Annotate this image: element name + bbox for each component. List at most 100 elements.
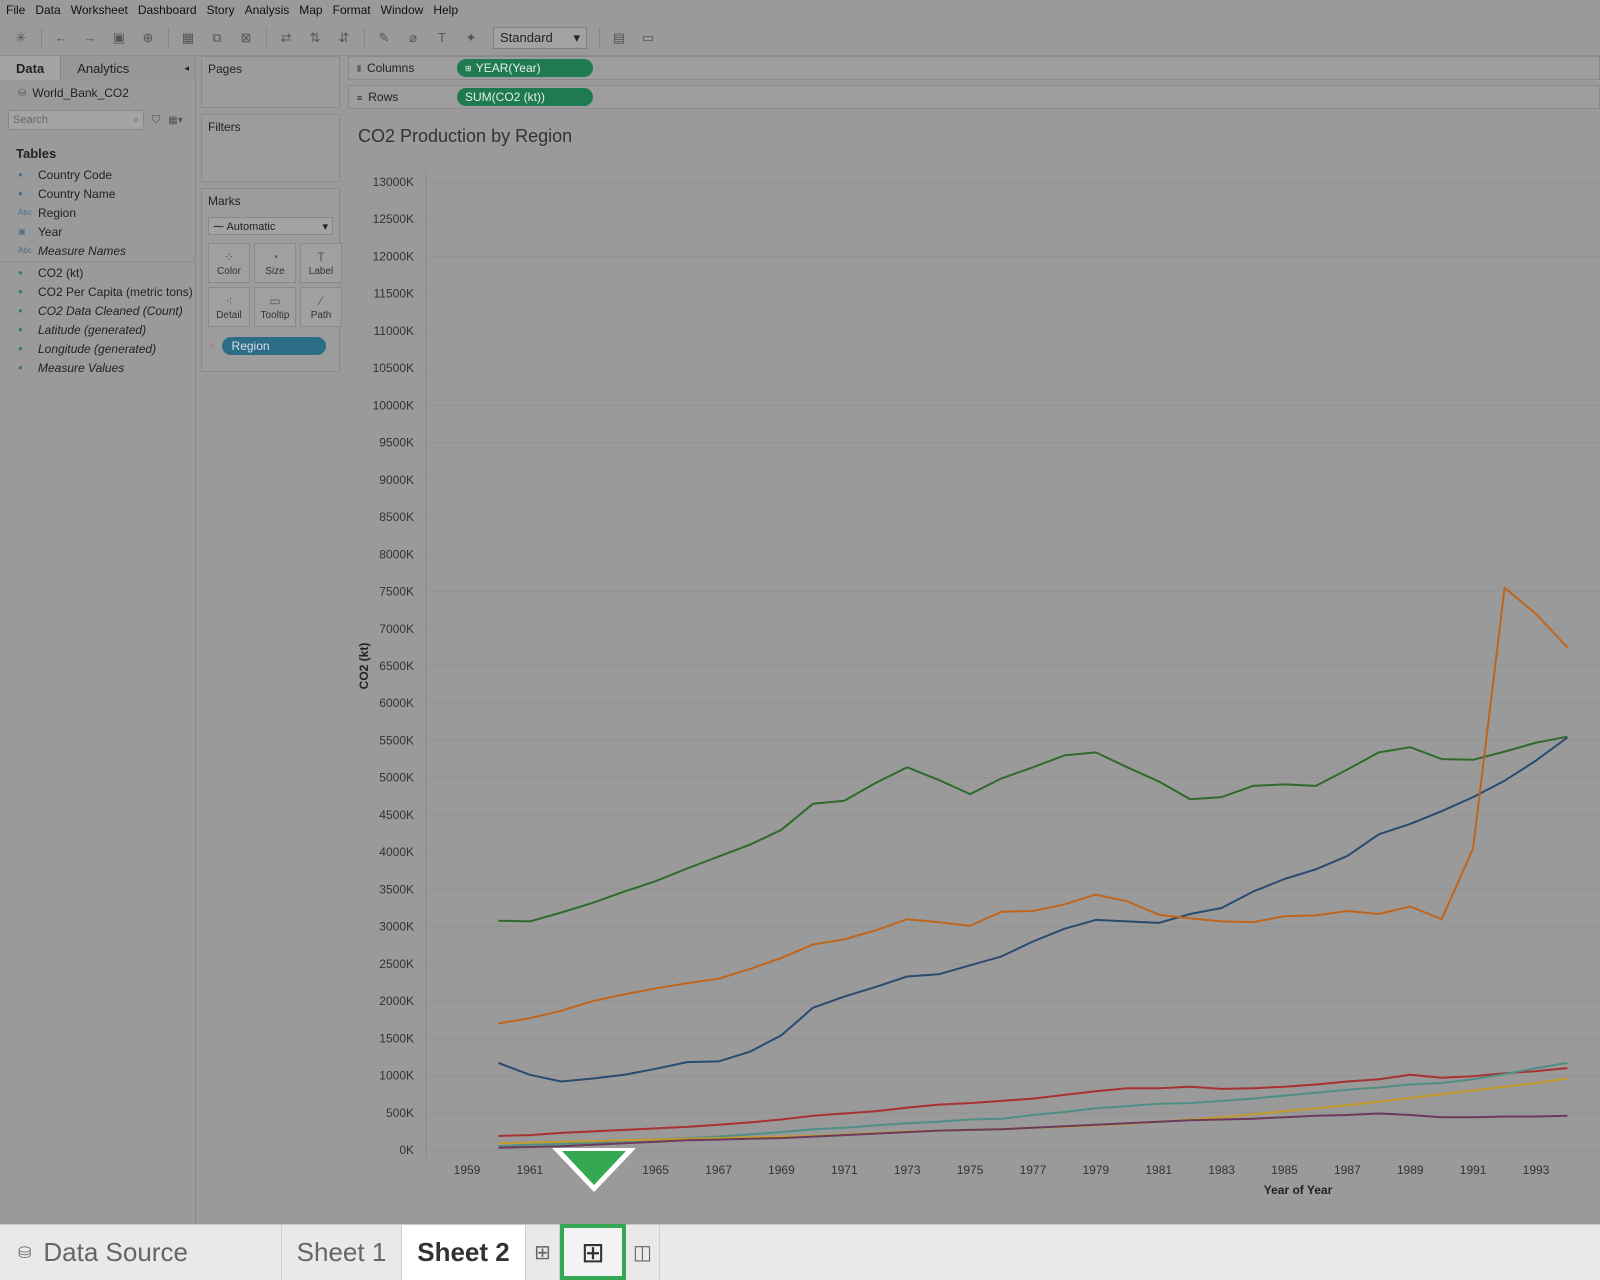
field-divider — [0, 261, 195, 262]
co2-pill[interactable]: SUM(CO2 (kt)) — [457, 88, 593, 106]
duplicate-sheet-icon[interactable]: ⧉ — [206, 27, 228, 49]
filter-icon[interactable]: ⛉ — [152, 114, 160, 127]
rows-shelf[interactable]: ≡ Rows SUM(CO2 (kt)) — [348, 85, 1600, 109]
menu-format[interactable]: Format — [333, 3, 371, 17]
y-tick-label: 13000K — [373, 175, 414, 189]
tab-data-source[interactable]: ⛁ Data Source — [0, 1225, 282, 1280]
date-icon: ⊞ — [465, 63, 472, 73]
field-item[interactable]: ● CO2 (kt) — [0, 263, 195, 282]
tab-sheet-2[interactable]: Sheet 2 — [402, 1225, 526, 1280]
field-item[interactable]: ▣ Year — [0, 222, 195, 241]
x-tick-label: 1993 — [1523, 1163, 1550, 1177]
x-tick-label: 1989 — [1397, 1163, 1424, 1177]
new-dashboard-icon[interactable]: ⊞ — [560, 1224, 626, 1280]
color-mark-button[interactable]: ⁘ Color — [208, 243, 250, 283]
view-options-icon[interactable]: ▦▾ — [168, 115, 182, 126]
tab-analytics[interactable]: Analytics ◂ — [60, 56, 195, 80]
search-input[interactable]: Search ⌕ — [8, 110, 144, 130]
measure-icon: ● — [18, 363, 23, 372]
menu-worksheet[interactable]: Worksheet — [71, 3, 128, 17]
undo-icon[interactable]: ← — [50, 27, 72, 49]
menu-map[interactable]: Map — [299, 3, 322, 17]
filters-card[interactable]: Filters — [201, 114, 340, 182]
size-mark-button[interactable]: ◔ Size — [254, 243, 296, 283]
pages-card[interactable]: Pages — [201, 56, 340, 108]
datasource-item[interactable]: ⛁ World_Bank_CO2 — [0, 80, 195, 106]
field-item[interactable]: ● CO2 Per Capita (metric tons) — [0, 282, 195, 301]
y-tick-label: 12000K — [373, 249, 414, 263]
path-mark-button[interactable]: ⁄ Path — [300, 287, 342, 327]
menu-file[interactable]: File — [6, 3, 25, 17]
mark-button-label: Size — [265, 265, 285, 277]
x-tick-label: 1961 — [517, 1163, 544, 1177]
y-tick-label: 6000K — [379, 696, 414, 710]
sort-descending-icon[interactable]: ⇵ — [333, 27, 355, 49]
search-placeholder: Search — [13, 114, 48, 126]
detail-icon: ⁖ — [225, 293, 233, 308]
tooltip-mark-button[interactable]: ▭ Tooltip — [254, 287, 296, 327]
measure-icon: ● — [18, 344, 23, 353]
show-cards-icon[interactable]: ▤ — [608, 27, 630, 49]
sheet-tab-bar: ⛁ Data Source Sheet 1 Sheet 2 ⊞ ⊞ ◫ — [0, 1224, 1600, 1280]
swap-rows-columns-icon[interactable]: ⇄ — [275, 27, 297, 49]
region-color-pill[interactable]: Region — [221, 337, 326, 355]
collapse-icon[interactable]: ◂ — [184, 63, 189, 74]
y-tick-label: 5000K — [379, 771, 414, 785]
fit-select[interactable]: Standard ▾ — [493, 26, 587, 49]
mark-button-label: Color — [217, 265, 241, 277]
rows-icon: ≡ — [357, 93, 363, 103]
database-icon: ⛁ — [18, 1244, 32, 1262]
new-worksheet-icon[interactable]: ⊞ — [526, 1225, 560, 1280]
detail-mark-button[interactable]: ⁖ Detail — [208, 287, 250, 327]
field-item[interactable]: ● Country Code — [0, 165, 195, 184]
fix-axes-icon[interactable]: ✦ — [460, 27, 482, 49]
tab-sheet-1[interactable]: Sheet 1 — [282, 1225, 402, 1280]
viz-canvas[interactable]: 0K 500K 1000K 1500K 2000K 2500K 3000K 3500K 4000… — [350, 116, 1600, 1224]
menu-story[interactable]: Story — [207, 3, 235, 17]
new-worksheet-icon[interactable]: ▦ — [177, 27, 199, 49]
group-members-icon[interactable]: ⌀ — [402, 27, 424, 49]
y-tick-label: 1500K — [379, 1031, 414, 1045]
measure-icon: ● — [18, 287, 23, 296]
search-row: Search ⌕ ⛉ ▦▾ — [0, 106, 195, 134]
chevron-down-icon: ▾ — [322, 220, 328, 233]
menu-dashboard[interactable]: Dashboard — [138, 3, 197, 17]
clear-sheet-icon[interactable]: ⊠ — [235, 27, 257, 49]
x-tick-label: 1971 — [831, 1163, 858, 1177]
mark-type-select[interactable]: ⁓ Automatic ▾ — [208, 217, 333, 235]
line-chart[interactable]: 0K 500K 1000K 1500K 2000K 2500K 3000K 3500K 4000… — [350, 116, 1600, 1224]
globe-icon: ● — [18, 170, 23, 179]
menu-data[interactable]: Data — [35, 3, 60, 17]
mark-button-label: Detail — [216, 309, 242, 321]
tableau-logo-icon[interactable]: ✳ — [10, 27, 32, 49]
field-item[interactable]: ● Longitude (generated) — [0, 339, 195, 358]
field-item[interactable]: ● Latitude (generated) — [0, 320, 195, 339]
field-item[interactable]: ● Measure Values — [0, 358, 195, 377]
field-item[interactable]: Abc Measure Names — [0, 241, 195, 260]
field-item[interactable]: Abc Region — [0, 203, 195, 222]
tab-analytics-label: Analytics — [77, 60, 130, 76]
columns-shelf[interactable]: ⦀ Columns ⊞ YEAR(Year) — [348, 56, 1600, 80]
save-icon[interactable]: ▣ — [108, 27, 130, 49]
field-item[interactable]: ● CO2 Data Cleaned (Count) — [0, 301, 195, 320]
field-item[interactable]: ● Country Name — [0, 184, 195, 203]
x-tick-label: 1981 — [1145, 1163, 1172, 1177]
y-tick-label: 12500K — [373, 212, 414, 226]
menu-analysis[interactable]: Analysis — [245, 3, 290, 17]
y-tick-label: 3500K — [379, 882, 414, 896]
toolbar-separator — [266, 27, 267, 48]
columns-shelf-label: ⦀ Columns — [349, 61, 457, 75]
redo-icon[interactable]: → — [79, 27, 101, 49]
show-mark-labels-icon[interactable]: T — [431, 27, 453, 49]
fit-select-value: Standard — [500, 30, 553, 45]
tab-data[interactable]: Data — [0, 56, 61, 80]
label-mark-button[interactable]: T Label — [300, 243, 342, 283]
sort-ascending-icon[interactable]: ⇅ — [304, 27, 326, 49]
add-datasource-icon[interactable]: ⊕ — [137, 27, 159, 49]
new-story-icon[interactable]: ◫ — [626, 1225, 660, 1280]
menu-help[interactable]: Help — [433, 3, 458, 17]
highlight-icon[interactable]: ✎ — [373, 27, 395, 49]
presentation-mode-icon[interactable]: ▭ — [637, 27, 659, 49]
menu-window[interactable]: Window — [381, 3, 424, 17]
year-pill[interactable]: ⊞ YEAR(Year) — [457, 59, 593, 77]
